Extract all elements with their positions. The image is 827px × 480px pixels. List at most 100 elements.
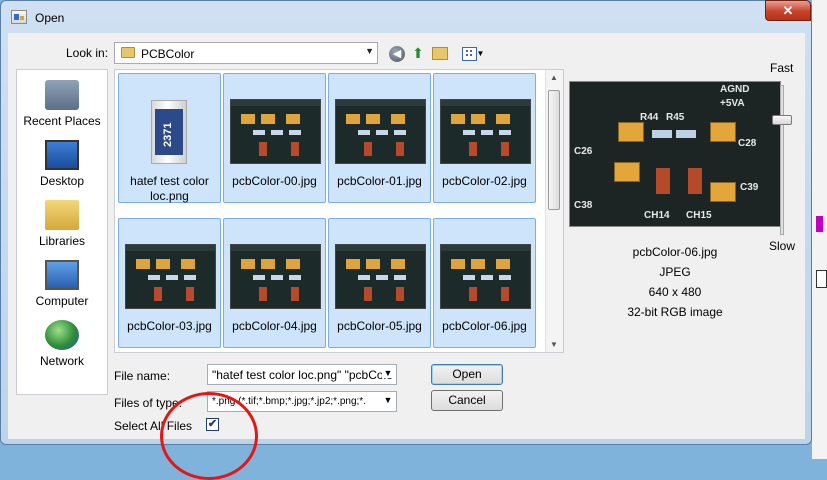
file-tile[interactable]: pcbColor-00.jpg: [223, 73, 326, 203]
window-title: Open: [35, 11, 65, 25]
close-icon: ✕: [782, 3, 794, 18]
file-name-label: File name:: [114, 369, 171, 383]
places-item-computer[interactable]: Computer: [17, 260, 107, 308]
resistor: [676, 130, 696, 138]
chevron-down-icon: ▼: [476, 48, 485, 58]
file-name: pcbColor-00.jpg: [232, 174, 317, 188]
preview-speed-slider[interactable]: [780, 85, 784, 235]
recent-places-icon: [45, 80, 79, 110]
computer-icon: [45, 260, 79, 290]
chevron-down-icon[interactable]: ▼: [382, 368, 394, 378]
board-label: +5VA: [720, 98, 745, 109]
slider-thumb[interactable]: [772, 115, 792, 125]
scroll-up-icon[interactable]: ▲: [550, 73, 558, 82]
file-tile[interactable]: pcbColor-05.jpg: [328, 218, 431, 348]
file-tile[interactable]: pcbColor-04.jpg: [223, 218, 326, 348]
preview-file-name: pcbColor-06.jpg: [632, 245, 718, 259]
pcb-thumbnail: [125, 244, 216, 309]
file-name: hatef test color loc.png: [130, 174, 209, 203]
board-label: C38: [574, 200, 593, 211]
up-folder-icon: ⬆: [412, 45, 424, 61]
preview-format: JPEG: [659, 265, 691, 279]
pcb-thumbnail: [440, 99, 531, 164]
file-tile[interactable]: pcbColor-06.jpg: [433, 218, 536, 348]
title-bar[interactable]: Open ✕: [1, 0, 811, 31]
look-in-value: PCBColor: [141, 47, 195, 61]
scroll-down-icon[interactable]: ▼: [550, 340, 558, 349]
file-name: pcbColor-01.jpg: [337, 174, 422, 188]
views-menu-button[interactable]: ▼: [456, 43, 490, 63]
file-name: pcbColor-03.jpg: [127, 319, 212, 333]
file-name-value: "hatef test color loc.png" "pcbColo: [212, 368, 393, 382]
file-name: pcbColor-06.jpg: [442, 319, 527, 333]
resistor-code: 2371: [162, 122, 174, 147]
preview-color-depth: 32-bit RGB image: [627, 305, 723, 319]
open-button[interactable]: Open: [431, 364, 503, 385]
preview-dimensions: 640 x 480: [648, 285, 702, 299]
file-list-scrollbar[interactable]: ▲ ▼: [545, 70, 563, 352]
capacitor: [618, 122, 644, 142]
libraries-icon: [45, 200, 79, 230]
red-circle-annotation: [160, 392, 258, 480]
file-name: pcbColor-04.jpg: [232, 319, 317, 333]
pcb-thumbnail: [335, 244, 426, 309]
places-item-label: Computer: [35, 294, 89, 308]
board-label: CH15: [686, 210, 712, 221]
places-item-libraries[interactable]: Libraries: [17, 200, 107, 248]
pcb-thumbnail: [335, 99, 426, 164]
background-marker: [816, 216, 823, 232]
capacitor: [614, 162, 640, 182]
up-folder-button[interactable]: ⬆: [409, 43, 427, 63]
pcb-thumbnail: [230, 99, 321, 164]
network-icon: [45, 320, 79, 350]
slider-fast-label: Fast: [770, 61, 794, 75]
back-icon: ◀: [389, 46, 405, 62]
places-item-desktop[interactable]: Desktop: [17, 140, 107, 188]
background-box: [816, 270, 827, 288]
close-button[interactable]: ✕: [765, 0, 811, 21]
places-item-label: Libraries: [38, 234, 86, 248]
file-list[interactable]: 2371 hatef test color loc.png pcbColor-0…: [114, 69, 564, 353]
file-tile[interactable]: pcbColor-01.jpg: [328, 73, 431, 203]
chevron-down-icon[interactable]: ▼: [365, 46, 374, 56]
pcb-thumbnail: [440, 244, 531, 309]
places-item-network[interactable]: Network: [17, 320, 107, 368]
places-bar: Recent Places Desktop Libraries Computer…: [16, 69, 108, 395]
file-tile[interactable]: pcbColor-02.jpg: [433, 73, 536, 203]
file-tile[interactable]: pcbColor-03.jpg: [118, 218, 221, 348]
resistor: [652, 130, 672, 138]
capacitor: [710, 122, 736, 142]
new-folder-button[interactable]: [431, 43, 449, 63]
back-button[interactable]: ◀: [388, 43, 406, 63]
views-menu-icon: [461, 46, 477, 61]
chevron-down-icon[interactable]: ▼: [382, 395, 394, 405]
scrollbar-thumb[interactable]: [548, 90, 560, 210]
board-label: C28: [738, 138, 757, 149]
folder-icon: [121, 47, 135, 58]
places-item-label: Network: [39, 354, 84, 368]
places-item-recent[interactable]: Recent Places: [17, 80, 107, 128]
file-name: pcbColor-02.jpg: [442, 174, 527, 188]
board-label: R45: [666, 112, 685, 123]
capacitor: [710, 182, 736, 202]
board-label: AGND: [720, 84, 750, 95]
file-name: pcbColor-05.jpg: [337, 319, 422, 333]
app-icon: [11, 10, 27, 24]
board-label: CH14: [644, 210, 670, 221]
board-label: C26: [574, 146, 593, 157]
new-folder-icon: [432, 47, 448, 60]
board-label: C39: [740, 182, 759, 193]
inductor: [688, 168, 702, 194]
look-in-label: Look in:: [66, 46, 109, 60]
cancel-button[interactable]: Cancel: [431, 390, 503, 411]
background-window-edge: [812, 0, 827, 459]
inductor: [656, 168, 670, 194]
file-tile[interactable]: 2371 hatef test color loc.png: [118, 73, 221, 203]
open-dialog: Open ✕ Look in: PCBColor ▼ ◀ ⬆ ▼ Recent …: [0, 0, 812, 445]
look-in-dropdown[interactable]: PCBColor ▼: [114, 42, 378, 64]
dialog-body: Look in: PCBColor ▼ ◀ ⬆ ▼ Recent Places …: [8, 33, 805, 439]
file-name-field[interactable]: "hatef test color loc.png" "pcbColo ▼: [207, 364, 397, 385]
preview-image: AGND +5VA C26 C28 C39 C38 CH14 CH15 R45 …: [569, 81, 781, 227]
places-item-label: Desktop: [39, 174, 85, 188]
resistor-thumbnail: 2371: [151, 100, 187, 164]
